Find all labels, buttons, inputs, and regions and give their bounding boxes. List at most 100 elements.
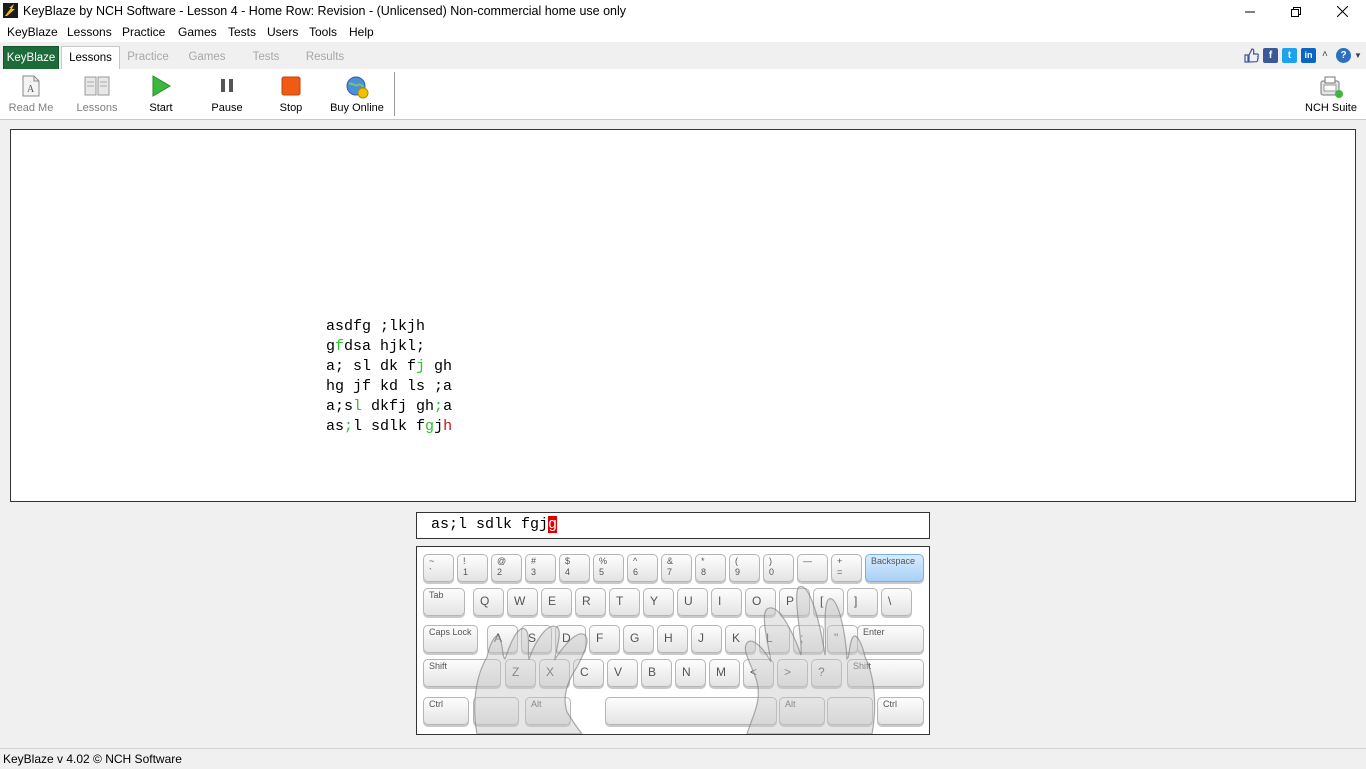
key-F[interactable]: F bbox=[589, 625, 620, 653]
key-"[interactable]: " bbox=[827, 625, 858, 653]
key-H[interactable]: H bbox=[657, 625, 688, 653]
tab-keyblaze[interactable]: KeyBlaze bbox=[3, 46, 59, 70]
key-C[interactable]: C bbox=[573, 659, 604, 687]
key-A[interactable]: A bbox=[487, 625, 518, 653]
key-windows-left[interactable] bbox=[473, 697, 519, 725]
key-\[interactable]: \ bbox=[881, 588, 912, 616]
key-sublabel: 4 bbox=[565, 567, 571, 577]
key-9[interactable]: (9 bbox=[729, 554, 760, 582]
key-M[interactable]: M bbox=[709, 659, 740, 687]
key-[[interactable]: [ bbox=[813, 588, 844, 616]
key-T[interactable]: T bbox=[609, 588, 640, 616]
key-5[interactable]: % 5 bbox=[593, 554, 624, 582]
key-tab[interactable]: Tab bbox=[423, 588, 465, 616]
key-U[interactable]: U bbox=[677, 588, 708, 616]
key-6[interactable]: ^ 6 bbox=[627, 554, 658, 582]
keyblaze-app-icon[interactable] bbox=[3, 3, 18, 18]
key-label: Y bbox=[650, 594, 659, 608]
key-K[interactable]: K bbox=[725, 625, 756, 653]
restore-button[interactable] bbox=[1273, 0, 1319, 23]
key-D[interactable]: D bbox=[555, 625, 586, 653]
key-alt-right[interactable]: Alt bbox=[779, 697, 825, 725]
like-icon[interactable] bbox=[1244, 48, 1259, 63]
tab-games[interactable]: Games bbox=[183, 46, 231, 68]
lessons-button[interactable]: Lessons bbox=[70, 69, 124, 119]
key-alt-left[interactable]: Alt bbox=[525, 697, 571, 725]
key-I[interactable]: I bbox=[711, 588, 742, 616]
menu-practice[interactable]: Practice bbox=[122, 25, 165, 39]
key-Y[interactable]: Y bbox=[643, 588, 674, 616]
key-12[interactable]: + = bbox=[831, 554, 862, 582]
close-button[interactable] bbox=[1319, 0, 1365, 23]
key-G[interactable]: G bbox=[623, 625, 654, 653]
key-ctrl-left[interactable]: Ctrl bbox=[423, 697, 469, 725]
menu-keyblaze[interactable]: KeyBlaze bbox=[7, 25, 58, 39]
key-backspace[interactable]: Backspace bbox=[865, 554, 924, 582]
stop-button[interactable]: Stop bbox=[268, 69, 314, 119]
read-me-button[interactable]: A Read Me bbox=[4, 69, 58, 119]
menu-tests[interactable]: Tests bbox=[228, 25, 256, 39]
key-V[interactable]: V bbox=[607, 659, 638, 687]
key-ctrl-right[interactable]: Ctrl bbox=[877, 697, 924, 725]
key-space[interactable] bbox=[605, 697, 777, 725]
menu-lessons[interactable]: Lessons bbox=[67, 25, 112, 39]
key-Z[interactable]: Z bbox=[505, 659, 536, 687]
key-2[interactable]: @2 bbox=[491, 554, 522, 582]
key-P[interactable]: P bbox=[779, 588, 810, 616]
key-<[interactable]: < bbox=[743, 659, 774, 687]
tab-lessons[interactable]: Lessons bbox=[61, 46, 120, 71]
key-label: Q bbox=[480, 594, 490, 608]
key-4[interactable]: $4 bbox=[559, 554, 590, 582]
menu-tools[interactable]: Tools bbox=[309, 25, 337, 39]
pause-button[interactable]: Pause bbox=[204, 69, 250, 119]
key-8[interactable]: * 8 bbox=[695, 554, 726, 582]
key-label: R bbox=[582, 594, 591, 608]
key-X[interactable]: X bbox=[539, 659, 570, 687]
key-shift-left[interactable]: Shift bbox=[423, 659, 501, 687]
menu-games[interactable]: Games bbox=[178, 25, 217, 39]
twitter-icon[interactable]: t bbox=[1282, 48, 1297, 63]
key-B[interactable]: B bbox=[641, 659, 672, 687]
start-button[interactable]: Start bbox=[138, 69, 184, 119]
key-label: ~ bbox=[429, 556, 435, 566]
tab-practice[interactable]: Practice bbox=[124, 46, 172, 68]
help-icon[interactable]: ? bbox=[1336, 48, 1351, 63]
key-3[interactable]: #3 bbox=[525, 554, 556, 582]
menu-users[interactable]: Users bbox=[267, 25, 298, 39]
key-N[interactable]: N bbox=[675, 659, 706, 687]
key-label: M bbox=[716, 665, 726, 679]
key->[interactable]: > bbox=[777, 659, 808, 687]
key-E[interactable]: E bbox=[541, 588, 572, 616]
key-1[interactable]: ! 1 bbox=[457, 554, 488, 582]
key-R[interactable]: R bbox=[575, 588, 606, 616]
key-11[interactable]: — bbox=[797, 554, 828, 582]
menu-help[interactable]: Help bbox=[349, 25, 374, 39]
key-label: T bbox=[616, 594, 624, 608]
key-;[interactable]: ; bbox=[793, 625, 824, 653]
collapse-ribbon-icon[interactable]: ˄ bbox=[1322, 49, 1328, 60]
key-enter[interactable]: Enter bbox=[857, 625, 924, 653]
key-0[interactable]: ~ ` bbox=[423, 554, 454, 582]
linkedin-icon[interactable]: in bbox=[1301, 48, 1316, 63]
key-caps-lock[interactable]: Caps Lock bbox=[423, 625, 478, 653]
key-][interactable]: ] bbox=[847, 588, 878, 616]
key-W[interactable]: W bbox=[507, 588, 538, 616]
key-10[interactable]: ) 0 bbox=[763, 554, 794, 582]
key-Q[interactable]: Q bbox=[473, 588, 504, 616]
key-windows-right[interactable] bbox=[827, 697, 873, 725]
key-7[interactable]: & 7 bbox=[661, 554, 692, 582]
key-J[interactable]: J bbox=[691, 625, 722, 653]
key-L[interactable]: L bbox=[759, 625, 790, 653]
key-shift-right[interactable]: Shift bbox=[847, 659, 924, 687]
buy-online-button[interactable]: Buy Online bbox=[328, 69, 386, 119]
nch-suite-button[interactable]: NCH Suite bbox=[1303, 69, 1359, 119]
tab-tests[interactable]: Tests bbox=[243, 46, 289, 68]
minimize-button[interactable] bbox=[1227, 0, 1273, 23]
typing-input[interactable]: as;l sdlk fgjg bbox=[416, 512, 930, 539]
tab-results[interactable]: Results bbox=[300, 46, 350, 68]
facebook-icon[interactable]: f bbox=[1263, 48, 1278, 63]
key-S[interactable]: S bbox=[521, 625, 552, 653]
key-?[interactable]: ? bbox=[811, 659, 842, 687]
help-dropdown-icon[interactable]: ▼ bbox=[1354, 51, 1362, 60]
key-O[interactable]: O bbox=[745, 588, 776, 616]
